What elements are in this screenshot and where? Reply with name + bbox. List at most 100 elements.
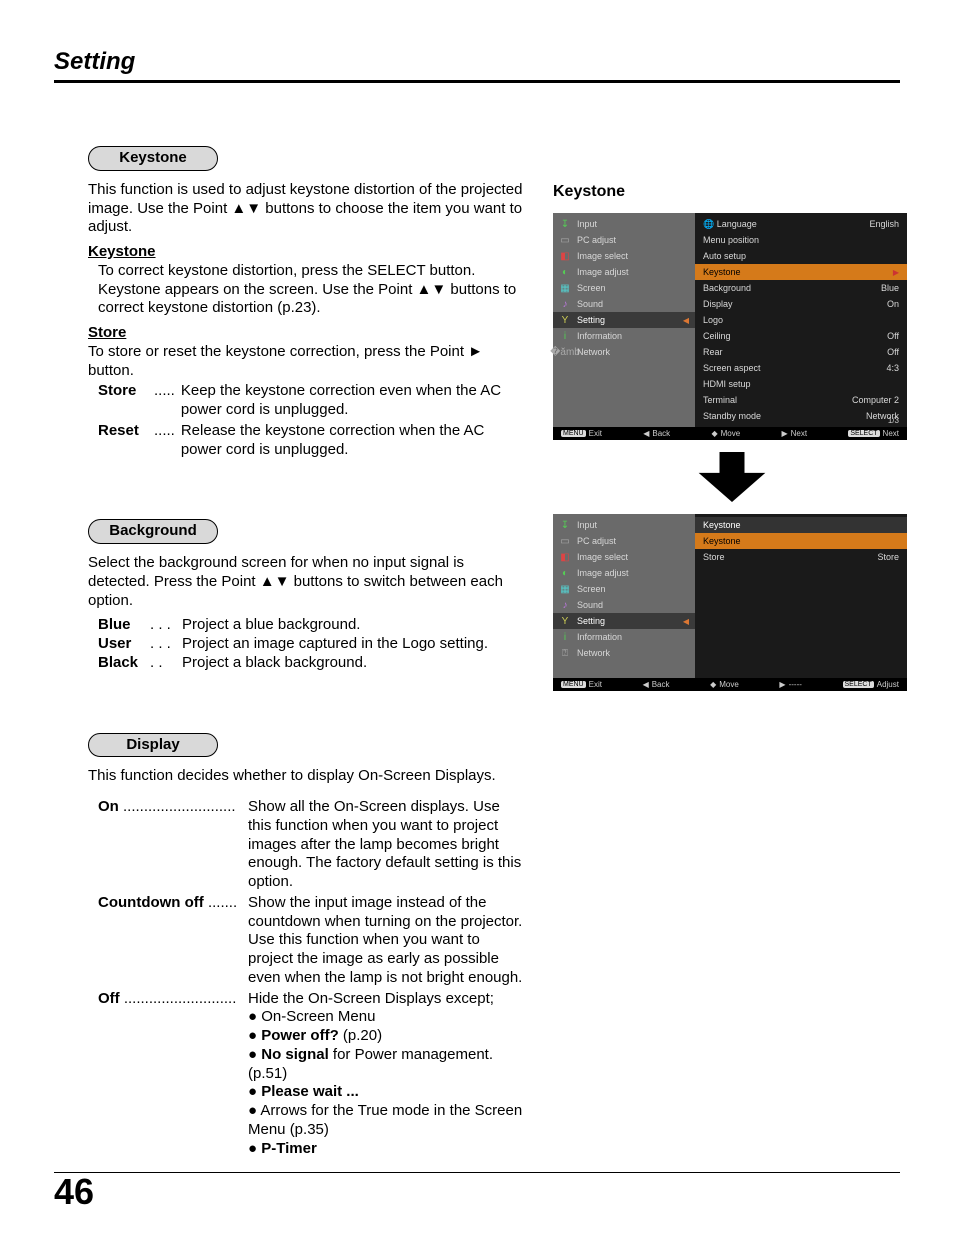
osd-setting-row: Terminal Computer 2: [695, 392, 907, 408]
active-indicator-icon: ◀: [683, 316, 689, 325]
menu-icon: ▭: [559, 234, 571, 246]
setting-label: Terminal: [703, 395, 737, 405]
content-right-column: Keystone ↧Input▭PC adjust◧Image select◐I…: [553, 183, 911, 691]
osd2-settings-panel: Keystone KeystoneStoreStore: [695, 514, 907, 678]
page-header: Setting: [54, 48, 900, 83]
off-dots: ...........................: [120, 990, 237, 1007]
setting-value: Computer 2: [852, 395, 899, 405]
menu-icon: ♪: [559, 599, 571, 611]
display-on-row: On ........................... Show all …: [98, 798, 526, 892]
bg-user-desc: Project an image captured in the Logo se…: [182, 635, 488, 654]
osd2-move: ◆Move: [710, 680, 739, 689]
osd-screenshot-1: ↧Input▭PC adjust◧Image select◐Image adju…: [553, 213, 907, 440]
active-indicator-icon: ◀: [683, 617, 689, 626]
menu-icon: ♪: [559, 298, 571, 310]
menu-label: Network: [577, 648, 610, 658]
menu-label: PC adjust: [577, 536, 616, 546]
menu-label: Network: [577, 347, 610, 357]
display-tag: Display: [88, 733, 218, 758]
menu-icon: i: [559, 330, 571, 342]
store-term: Store: [98, 382, 148, 420]
bg-blue-row: Blue . . . Project a blue background.: [98, 616, 526, 635]
menu-icon: ◧: [559, 250, 571, 262]
menu-icon: ⍰: [559, 647, 571, 659]
menu-label: Sound: [577, 600, 603, 610]
menu-icon: �ămb: [559, 346, 571, 358]
osd-menu-item: ◐ Image adjust: [553, 565, 695, 581]
osd2-header: Keystone: [695, 517, 907, 533]
osd-menu-item: ▦Screen: [553, 280, 695, 296]
background-body: Select the background screen for when no…: [88, 554, 526, 673]
keystone-sub1-title: Keystone: [88, 243, 526, 262]
menu-icon: ◧: [559, 551, 571, 563]
osd-menu-item: ◧Image select: [553, 549, 695, 565]
keystone-store-row: Store ..... Keep the keystone correction…: [98, 382, 526, 420]
bg-user-term: User: [98, 635, 144, 654]
setting-value: English: [869, 219, 899, 229]
display-off-row: Off ........................... Hide the…: [98, 990, 526, 1159]
setting-label: Auto setup: [703, 251, 746, 261]
menu-label: PC adjust: [577, 235, 616, 245]
osd-menu-item: YSetting◀: [553, 613, 695, 629]
menu-label: Sound: [577, 299, 603, 309]
off-desc-block: Hide the On-Screen Displays except; On-S…: [248, 990, 526, 1159]
menu-icon: ▦: [559, 282, 571, 294]
content-left-column: Keystone This function is used to adjust…: [88, 146, 526, 1158]
setting-value: Blue: [881, 283, 899, 293]
reset-dots: .....: [154, 422, 175, 460]
osd-setting-row: HDMI setup: [695, 376, 907, 392]
bg-black-dots: . .: [150, 654, 176, 673]
menu-label: Image select: [577, 251, 628, 261]
osd-menu-item: ◐Image adjust: [553, 264, 695, 280]
off-except-list: On-Screen Menu Power off? (p.20) No sign…: [248, 1008, 526, 1158]
osd-setting-row: Standby modeNetwork: [695, 408, 907, 424]
cd-dots: .......: [204, 894, 237, 911]
menu-icon: ↧: [559, 519, 571, 531]
keystone-sub2-body: To store or reset the keystone correctio…: [88, 343, 526, 381]
keystone-tag: Keystone: [88, 146, 218, 171]
menu-label: Information: [577, 632, 622, 642]
osd1-menu-list: ↧Input▭PC adjust◧Image select◐Image adju…: [553, 213, 695, 427]
osd-menu-item: ♪ Sound: [553, 597, 695, 613]
osd1-sel: SELECTNext: [848, 429, 899, 438]
menu-label: Image adjust: [577, 267, 629, 277]
menu-icon: Y: [559, 615, 571, 627]
off-li-4: Please wait ...: [248, 1083, 526, 1102]
setting-label: Keystone: [703, 267, 741, 277]
menu-icon: ◐: [559, 567, 571, 579]
display-intro: This function decides whether to display…: [88, 767, 526, 786]
menu-label: Information: [577, 331, 622, 341]
osd-screenshot-2: ↧Input▭PC adjust◧Image select◐Image adju…: [553, 514, 907, 691]
right-keystone-title: Keystone: [553, 183, 911, 201]
reset-term: Reset: [98, 422, 148, 460]
on-dots: ...........................: [119, 798, 236, 815]
osd-setting-row: Keystone▶: [695, 264, 907, 280]
keystone-sub1-body: To correct keystone distortion, press th…: [98, 262, 526, 318]
cd-term: Countdown off: [98, 894, 204, 911]
bg-black-term: Black: [98, 654, 144, 673]
menu-icon: i: [559, 631, 571, 643]
osd2-sel: SELECTAdjust: [843, 680, 899, 689]
menu-icon: Y: [559, 314, 571, 326]
store-dots: .....: [154, 382, 175, 420]
setting-value: On: [887, 299, 899, 309]
menu-label: Image adjust: [577, 568, 629, 578]
setting-label: Display: [703, 299, 733, 309]
osd-setting-row: Menu position: [695, 232, 907, 248]
osd-menu-item: i Information: [553, 629, 695, 645]
osd2-menu-list: ↧Input▭PC adjust◧Image select◐Image adju…: [553, 514, 695, 678]
keystone-body: This function is used to adjust keystone…: [88, 181, 526, 460]
on-term: On: [98, 798, 119, 815]
menu-label: Input: [577, 219, 597, 229]
osd1-exit: MENUExit: [561, 429, 602, 438]
osd-menu-item: �ămb Network: [553, 344, 695, 360]
setting-label: Menu position: [703, 235, 759, 245]
setting-label: 🌐 Language: [703, 219, 757, 230]
off-term: Off: [98, 990, 120, 1007]
osd-setting-row: Logo: [695, 312, 907, 328]
setting-label: Background: [703, 283, 751, 293]
osd2-exit: MENUExit: [561, 680, 602, 689]
osd1-settings-list: 1/3 🌐 LanguageEnglishMenu positionAuto s…: [695, 213, 907, 427]
setting-label: HDMI setup: [703, 379, 751, 389]
osd-menu-item: ▭PC adjust: [553, 533, 695, 549]
